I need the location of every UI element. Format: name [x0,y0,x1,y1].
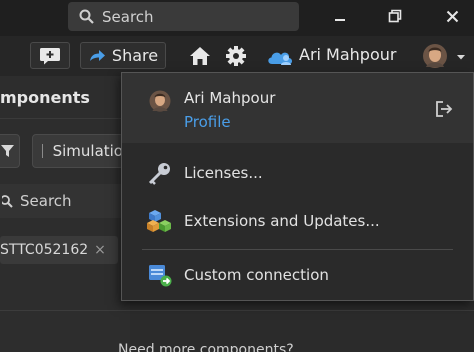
licenses-menu-item[interactable]: Licenses... [122,153,473,193]
extensions-menu-item[interactable]: Extensions and Updates... [122,201,473,241]
panel-divider [0,118,130,119]
sign-out-icon[interactable] [434,99,454,119]
filter-chip-button[interactable] [0,134,20,168]
user-dropdown-header: Ari Mahpour Profile [122,73,473,143]
gear-icon [226,46,246,66]
filter-tag: STTC052162 × [0,236,118,264]
home-icon [190,47,210,65]
restore-icon [388,9,402,23]
panel-title: mponents [0,88,90,107]
profile-link[interactable]: Profile [184,113,231,131]
new-comment-button[interactable] [30,42,70,69]
settings-button[interactable] [224,44,248,68]
cloud-account-button[interactable] [266,45,294,67]
extensions-icon [147,210,171,232]
simulation-chip-indicator [42,144,43,158]
simulation-chip[interactable]: Simulatio [32,134,124,168]
dropdown-user-name: Ari Mahpour [184,89,276,107]
global-search-placeholder: Search [102,7,154,26]
need-more-components-text: Need more components? [118,342,294,352]
custom-connection-icon [149,265,172,287]
menu-separator [142,249,453,250]
chevron-down-icon [457,55,465,60]
panel-search-placeholder: Search [20,192,72,210]
key-icon [148,163,170,185]
simulation-chip-label: Simulatio [52,142,123,160]
close-icon [446,10,458,22]
avatar [149,90,171,112]
custom-connection-label: Custom connection [184,266,329,284]
cloud-user-icon [268,52,292,65]
share-label: Share [111,46,159,65]
user-menu-button[interactable] [422,41,470,71]
add-comment-icon [40,47,60,64]
filter-tag-remove-icon[interactable]: × [94,242,106,258]
filter-tag-label: STTC052162 [0,242,89,258]
restore-button[interactable] [381,4,409,28]
toolbar-user-name[interactable]: Ari Mahpour [299,45,396,64]
minimize-button[interactable] [326,4,354,28]
panel-search-input[interactable]: Search [0,184,130,218]
close-button[interactable] [438,4,466,28]
extensions-label: Extensions and Updates... [184,212,380,230]
user-dropdown-menu: Ari Mahpour Profile Licenses... Extensio… [121,72,474,301]
filter-icon [1,145,14,157]
global-search-input[interactable]: Search [68,2,299,31]
custom-connection-menu-item[interactable]: Custom connection [122,255,473,295]
title-bar: Search [0,0,474,36]
avatar [423,44,447,68]
search-icon [2,195,13,208]
licenses-label: Licenses... [184,164,263,182]
share-arrow-icon [89,49,105,61]
home-button[interactable] [188,44,212,68]
search-icon [79,9,94,24]
panel-bottom-divider [0,310,474,311]
share-button[interactable]: Share [80,42,166,69]
minimize-icon [335,19,345,21]
